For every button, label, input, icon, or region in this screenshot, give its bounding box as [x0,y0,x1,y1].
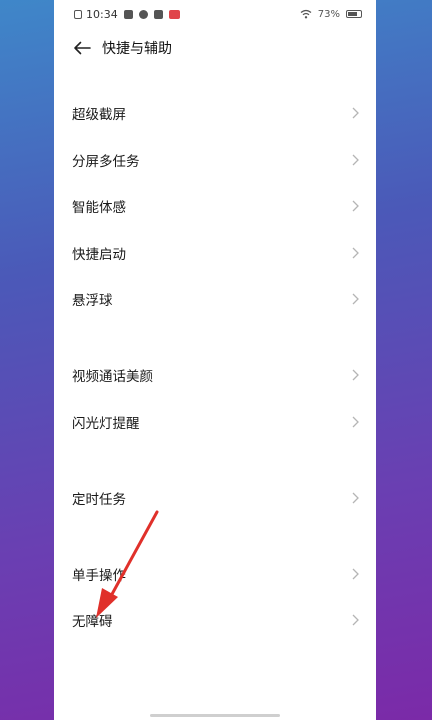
home-indicator[interactable] [150,714,280,717]
list-item-smart-motion[interactable]: 智能体感 [54,183,376,229]
status-time: 10:34 [86,7,118,21]
list-item-label: 智能体感 [72,200,126,216]
list-item-floating-ball[interactable]: 悬浮球 [54,276,376,322]
status-bar: 10:34 73% [54,0,376,28]
list-item-quick-launch[interactable]: 快捷启动 [54,230,376,276]
list-item-label: 视频通话美颜 [72,369,153,385]
page-title: 快捷与辅助 [102,41,172,57]
list-item-video-call-beauty[interactable]: 视频通话美颜 [54,352,376,398]
phone-screen: 10:34 73% 快捷与辅助 超级截屏 分屏多任务 智能体感 快捷启动 悬浮球… [54,0,376,720]
list-item-scheduled-tasks[interactable]: 定时任务 [54,475,376,521]
list-item-label: 悬浮球 [72,293,113,309]
list-item-accessibility[interactable]: 无障碍 [54,597,376,643]
chevron-right-icon [352,200,359,212]
chevron-right-icon [352,614,359,626]
chevron-right-icon [352,293,359,305]
list-item-label: 单手操作 [72,568,126,584]
list-item-one-hand-mode[interactable]: 单手操作 [54,551,376,597]
header: 快捷与辅助 [54,28,376,68]
sim-icon [74,9,82,19]
list-item-super-screenshot[interactable]: 超级截屏 [54,90,376,136]
chevron-right-icon [352,107,359,119]
list-item-label: 分屏多任务 [72,154,140,170]
list-item-label: 定时任务 [72,492,126,508]
list-item-split-screen[interactable]: 分屏多任务 [54,137,376,183]
list-item-label: 无障碍 [72,614,113,630]
chevron-right-icon [352,492,359,504]
battery-percent: 73% [317,8,340,20]
app-notification-icon [138,9,148,19]
chevron-right-icon [352,416,359,428]
list-item-label: 闪光灯提醒 [72,416,140,432]
app-badge-icon [168,9,180,19]
back-arrow-icon[interactable] [72,38,92,58]
chevron-right-icon [352,369,359,381]
battery-icon [346,10,362,18]
notification-icon [123,9,133,19]
list-item-label: 快捷启动 [72,247,126,263]
chevron-right-icon [352,154,359,166]
wifi-icon [300,9,312,19]
mail-icon [153,9,163,19]
list-item-label: 超级截屏 [72,107,126,123]
chevron-right-icon [352,568,359,580]
list-item-flash-reminder[interactable]: 闪光灯提醒 [54,399,376,445]
chevron-right-icon [352,247,359,259]
